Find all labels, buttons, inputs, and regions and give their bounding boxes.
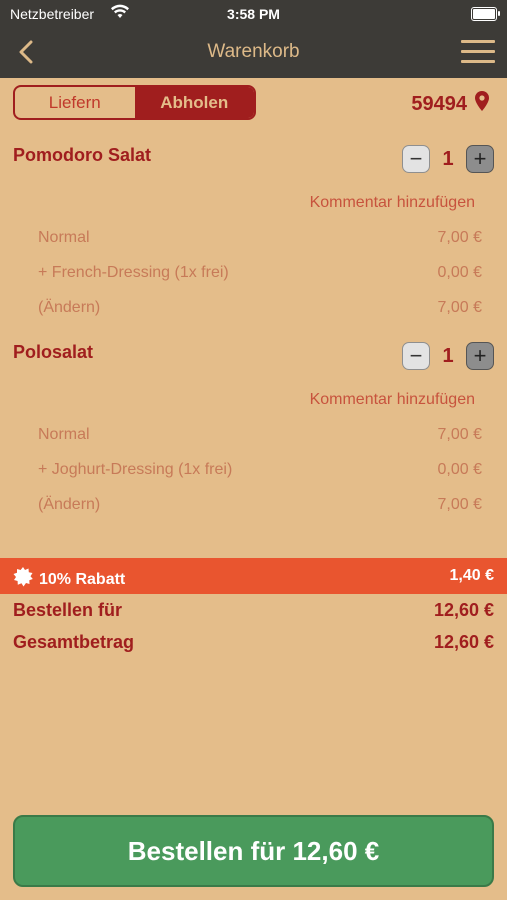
tab-pickup[interactable]: Abholen bbox=[134, 87, 254, 118]
order-for-value: 12,60 € bbox=[433, 600, 494, 620]
add-comment-link[interactable]: Kommentar hinzufügen bbox=[310, 391, 475, 409]
add-comment-link[interactable]: Kommentar hinzufügen bbox=[310, 194, 475, 212]
cart-item-line[interactable]: (Ändern) 7,00 € bbox=[38, 299, 482, 317]
increase-quantity-button[interactable]: + bbox=[466, 342, 494, 370]
hamburger-menu-icon[interactable] bbox=[461, 40, 495, 64]
line-price: 7,00 € bbox=[437, 229, 482, 246]
order-for-row: Bestellen für 12,60 € bbox=[13, 600, 494, 621]
discount-label: 10% Rabatt bbox=[39, 570, 126, 588]
cart-item-line[interactable]: (Ändern) 7,00 € bbox=[38, 496, 482, 514]
line-label: + Joghurt-Dressing (1x frei) bbox=[38, 461, 233, 478]
map-pin-icon bbox=[475, 91, 489, 117]
line-price: 0,00 € bbox=[437, 461, 482, 478]
status-bar: Netzbetreiber 3:58 PM bbox=[0, 0, 507, 28]
decrease-quantity-button[interactable]: − bbox=[402, 145, 430, 173]
line-label: Normal bbox=[38, 229, 90, 246]
cart-item-line: + French-Dressing (1x frei) 0,00 € bbox=[38, 264, 482, 282]
line-price: 7,00 € bbox=[437, 299, 482, 316]
order-mode-toggle: Liefern Abholen bbox=[13, 85, 256, 120]
cart-item-name: Polosalat bbox=[13, 342, 94, 362]
line-price: 7,00 € bbox=[437, 496, 482, 513]
discount-value: 1,40 € bbox=[449, 567, 494, 584]
increase-quantity-button[interactable]: + bbox=[466, 145, 494, 173]
line-label: + French-Dressing (1x frei) bbox=[38, 264, 229, 281]
cart-item-name: Pomodoro Salat bbox=[13, 145, 152, 165]
order-for-label: Bestellen für bbox=[13, 600, 123, 620]
page-title: Warenkorb bbox=[207, 41, 300, 62]
change-item-link[interactable]: (Ändern) bbox=[38, 496, 100, 514]
discount-label-group: 10% Rabatt bbox=[13, 567, 125, 592]
change-item-link[interactable]: (Ändern) bbox=[38, 299, 100, 317]
quantity-value: 1 bbox=[442, 147, 454, 170]
line-label: Normal bbox=[38, 426, 90, 443]
clock: 3:58 PM bbox=[227, 6, 280, 22]
quantity-stepper: − 1 + bbox=[402, 145, 494, 173]
quantity-value: 1 bbox=[442, 344, 454, 367]
discount-badge-icon bbox=[13, 567, 33, 592]
checkout-button[interactable]: Bestellen für 12,60 € bbox=[13, 815, 494, 887]
line-price: 7,00 € bbox=[437, 426, 482, 443]
cart-item-line: Normal 7,00 € bbox=[38, 229, 482, 247]
location-selector[interactable]: 59494 bbox=[411, 91, 489, 117]
zip-code: 59494 bbox=[411, 92, 467, 115]
cart-item-line: + Joghurt-Dressing (1x frei) 0,00 € bbox=[38, 461, 482, 479]
grand-total-value: 12,60 € bbox=[433, 632, 494, 652]
line-price: 0,00 € bbox=[437, 264, 482, 281]
tab-delivery[interactable]: Liefern bbox=[15, 87, 135, 118]
nav-bar: Warenkorb bbox=[0, 28, 507, 78]
cart-item-line: Normal 7,00 € bbox=[38, 426, 482, 444]
battery-icon bbox=[471, 7, 500, 21]
grand-total-row: Gesamtbetrag 12,60 € bbox=[13, 632, 494, 653]
grand-total-label: Gesamtbetrag bbox=[13, 632, 135, 652]
discount-banner: 10% Rabatt 1,40 € bbox=[0, 558, 507, 594]
decrease-quantity-button[interactable]: − bbox=[402, 342, 430, 370]
quantity-stepper: − 1 + bbox=[402, 342, 494, 370]
